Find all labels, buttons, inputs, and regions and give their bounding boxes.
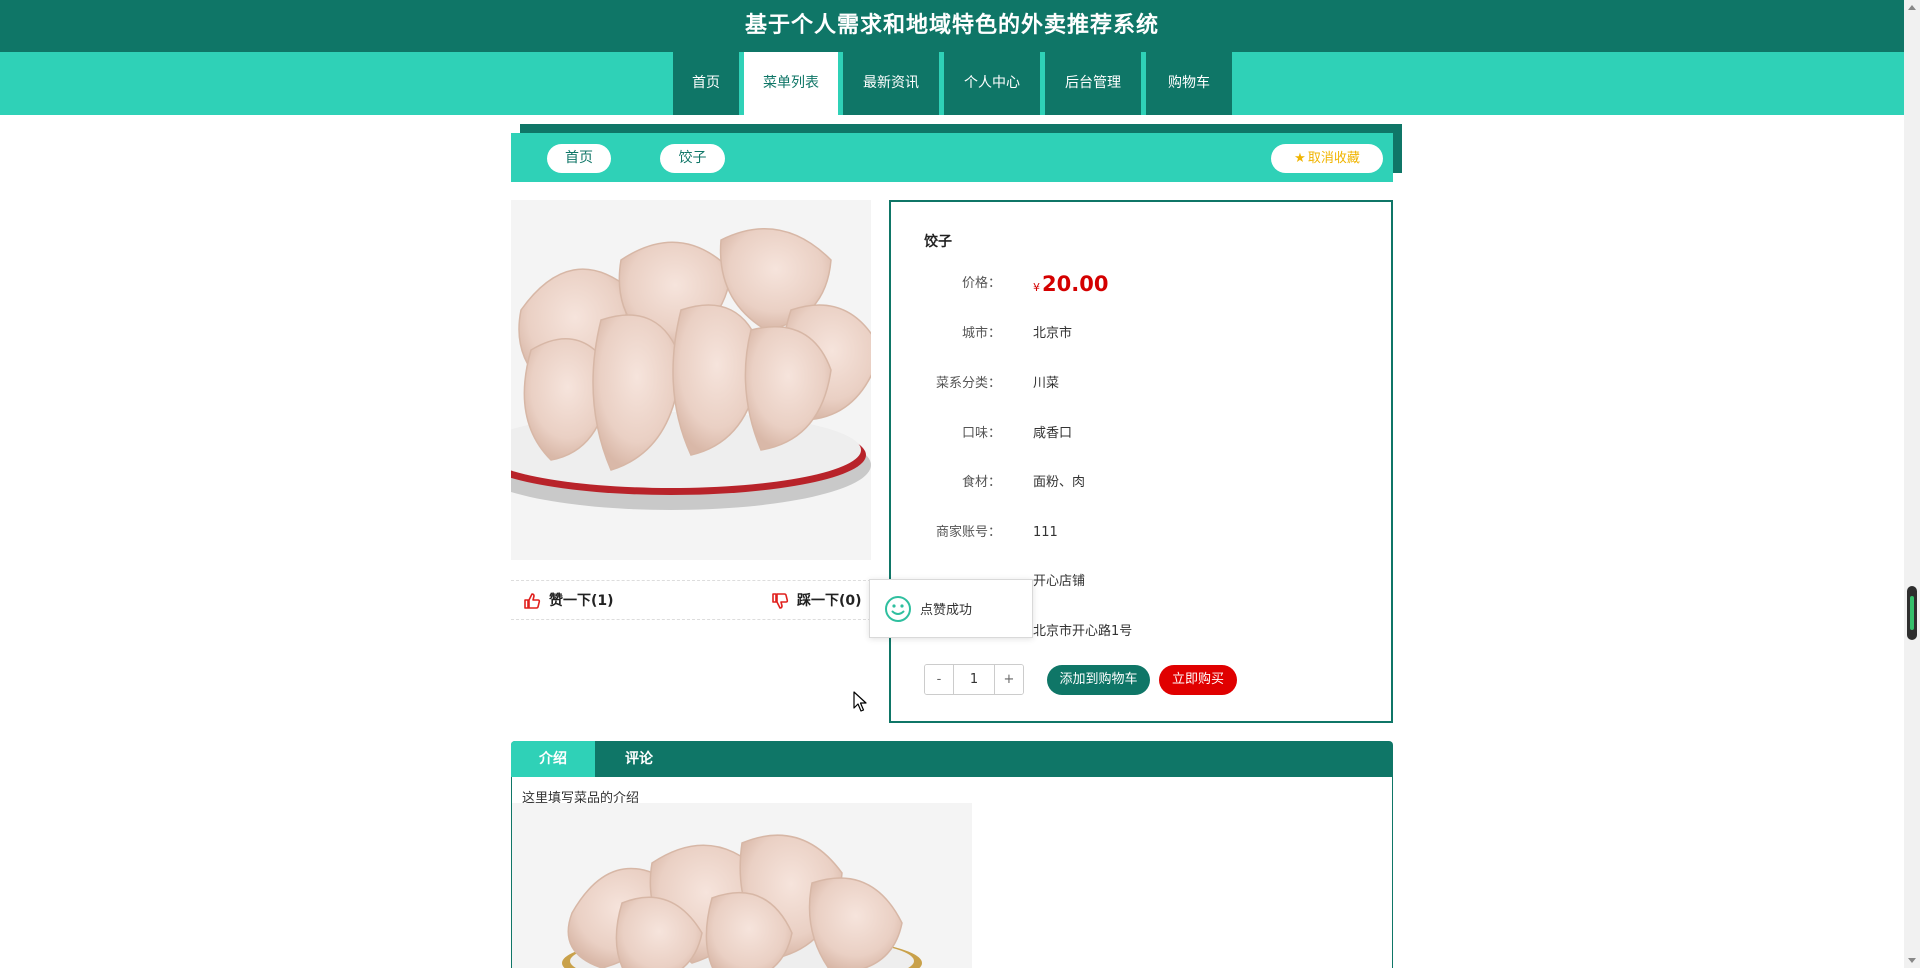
main-nav: 首页 菜单列表 最新资讯 个人中心 后台管理 购物车 xyxy=(673,52,1237,115)
product-image xyxy=(511,200,871,560)
price-value: ¥20.00 xyxy=(1033,272,1109,296)
merchant-account-row: 商家账号： 111 xyxy=(891,521,1391,545)
nav-bar: 首页 菜单列表 最新资讯 个人中心 后台管理 购物车 xyxy=(0,52,1904,115)
price-row: 价格： ¥20.00 xyxy=(891,272,1391,296)
nav-profile[interactable]: 个人中心 xyxy=(944,52,1040,115)
detail-tabs: 介绍 评论 xyxy=(511,741,1393,777)
nav-news[interactable]: 最新资讯 xyxy=(843,52,939,115)
city-row: 城市： 北京市 xyxy=(891,322,1391,346)
page-scrollbar[interactable] xyxy=(1904,0,1920,968)
ingredients-row: 食材： 面粉、肉 xyxy=(891,471,1391,495)
scroll-up-icon[interactable] xyxy=(1908,5,1916,10)
quantity-stepper: - 1 + xyxy=(924,664,1024,695)
dumplings-intro-image xyxy=(512,803,972,968)
scroll-thumb[interactable] xyxy=(1907,586,1917,640)
shop-name-value: 开心店铺 xyxy=(1033,574,1086,589)
star-icon: ★ xyxy=(1294,151,1306,166)
breadcrumb-current[interactable]: 饺子 xyxy=(660,144,725,173)
tab-intro[interactable]: 介绍 xyxy=(511,741,595,777)
intro-image xyxy=(512,803,972,968)
toast-message: 点赞成功 xyxy=(920,603,973,618)
city-value: 北京市 xyxy=(1033,326,1073,341)
product-name: 饺子 xyxy=(924,234,952,250)
thumbs-up-label: 赞一下(1) xyxy=(549,593,614,609)
unfavorite-button[interactable]: ★ 取消收藏 xyxy=(1271,144,1383,173)
like-success-toast: 点赞成功 xyxy=(869,579,1033,638)
tab-comments[interactable]: 评论 xyxy=(595,741,683,777)
thumbs-down-icon xyxy=(772,593,789,609)
smile-icon xyxy=(885,595,911,622)
product-info-panel: 饺子 价格： ¥20.00 城市： 北京市 菜系分类： 川菜 口味： 咸香口 食… xyxy=(889,200,1393,723)
site-title: 基于个人需求和地域特色的外卖推荐系统 xyxy=(744,13,1159,38)
quantity-plus-button[interactable]: + xyxy=(995,665,1023,694)
price-label: 价格： xyxy=(961,276,1001,291)
cuisine-value: 川菜 xyxy=(1033,376,1060,391)
shop-address-value: 北京市开心路1号 xyxy=(1033,624,1133,639)
merchant-account-value: 111 xyxy=(1033,525,1058,540)
tab-content: 这里填写菜品的介绍 xyxy=(511,777,1393,968)
taste-row: 口味： 咸香口 xyxy=(891,422,1391,446)
add-to-cart-button[interactable]: 添加到购物车 xyxy=(1047,665,1150,695)
breadcrumb-home[interactable]: 首页 xyxy=(547,144,611,173)
site-header: 基于个人需求和地域特色的外卖推荐系统 xyxy=(0,0,1904,52)
unfavorite-label: 取消收藏 xyxy=(1307,151,1360,166)
quantity-input[interactable]: 1 xyxy=(953,665,995,694)
thumbs-up-button[interactable]: 赞一下(1) xyxy=(523,581,614,621)
nav-admin[interactable]: 后台管理 xyxy=(1045,52,1141,115)
thumbs-down-label: 踩一下(0) xyxy=(797,593,862,609)
thumbs-up-icon xyxy=(524,593,541,609)
dumplings-image xyxy=(511,200,871,560)
vote-row: 赞一下(1) 踩一下(0) xyxy=(511,580,871,620)
taste-value: 咸香口 xyxy=(1033,426,1073,441)
breadcrumb: 首页 饺子 ★ 取消收藏 xyxy=(511,133,1393,182)
quantity-minus-button[interactable]: - xyxy=(925,665,953,694)
scroll-down-icon[interactable] xyxy=(1908,958,1916,963)
ingredients-value: 面粉、肉 xyxy=(1033,475,1086,490)
thumbs-down-button[interactable]: 踩一下(0) xyxy=(771,581,862,621)
nav-home[interactable]: 首页 xyxy=(673,52,739,115)
cuisine-row: 菜系分类： 川菜 xyxy=(891,372,1391,396)
nav-menu-list[interactable]: 菜单列表 xyxy=(744,52,838,115)
buy-now-button[interactable]: 立即购买 xyxy=(1159,665,1237,695)
mouse-cursor-icon xyxy=(853,691,867,712)
nav-cart[interactable]: 购物车 xyxy=(1146,52,1232,115)
